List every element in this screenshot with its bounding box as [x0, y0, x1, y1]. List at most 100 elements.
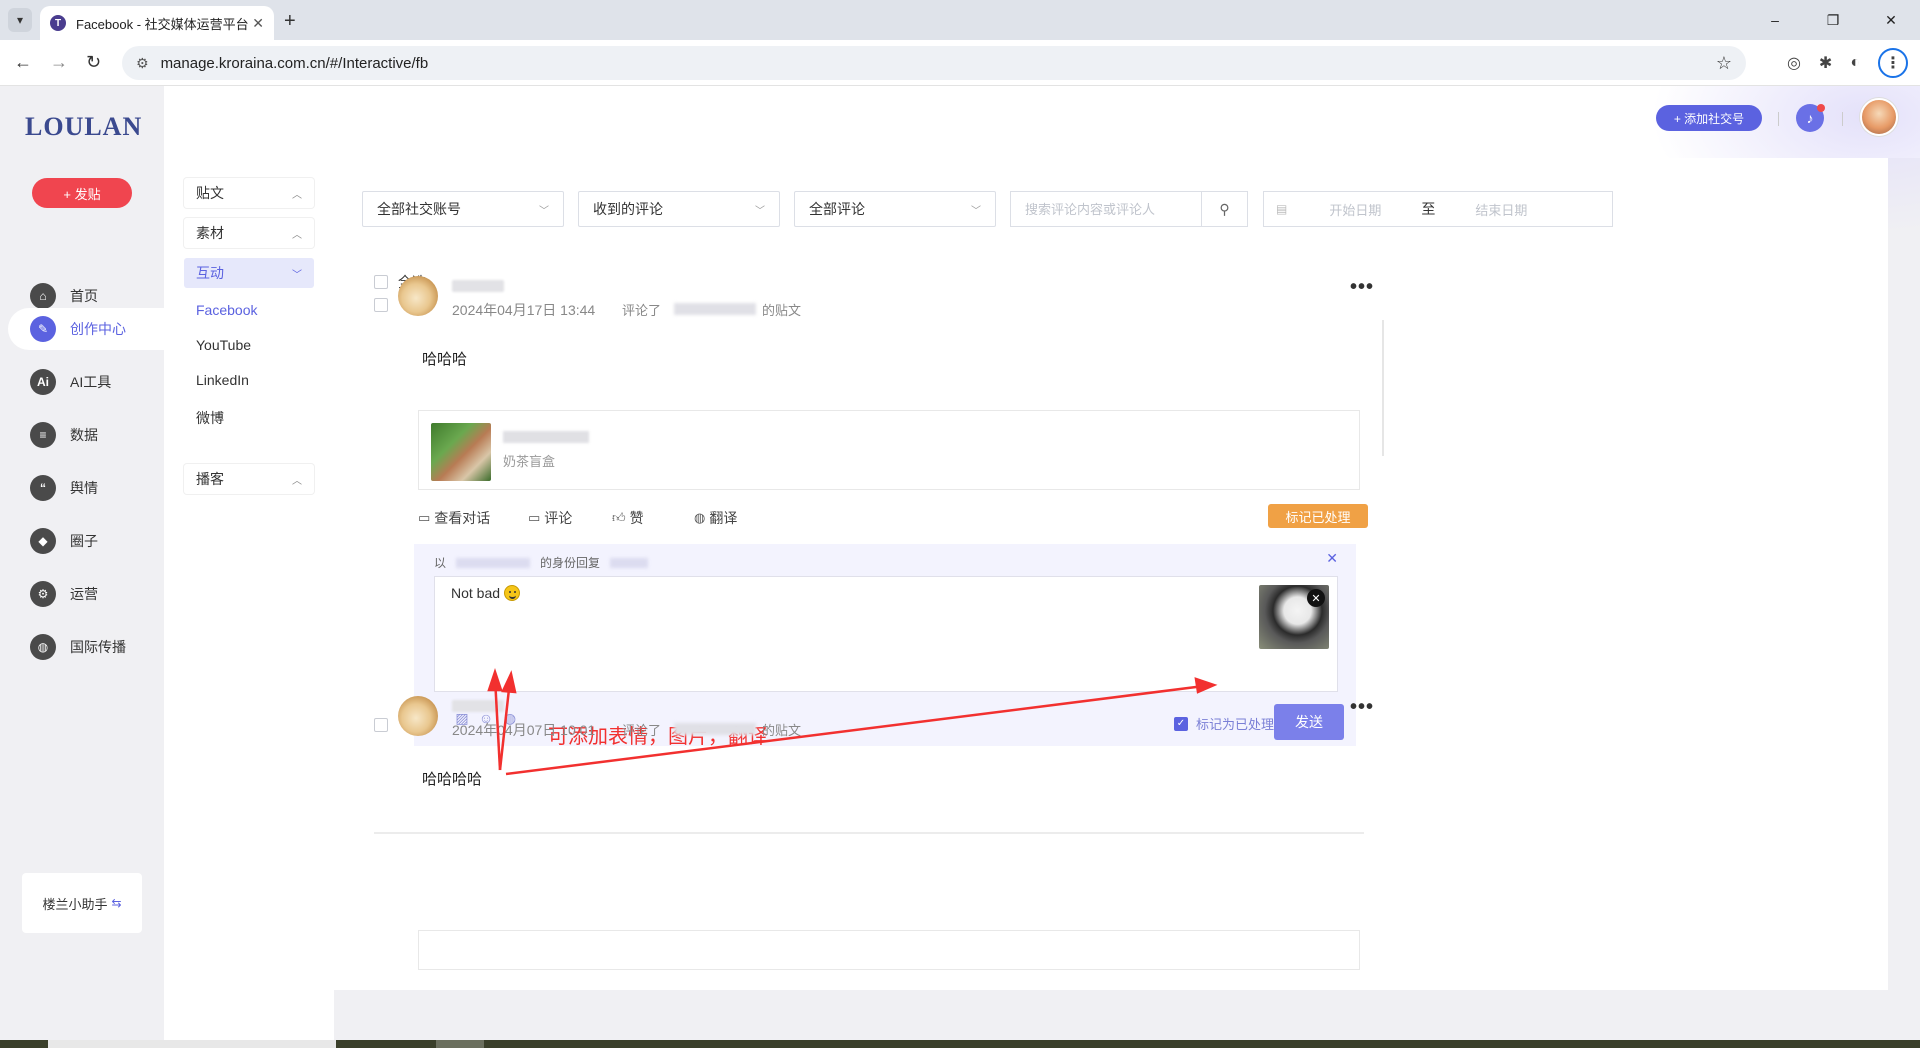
reply-text[interactable]: Not bad: [451, 585, 521, 601]
profile-icon[interactable]: ◐: [1850, 54, 1860, 72]
window-controls: – ❐ ✕: [1746, 0, 1920, 40]
reply-identity-label: 的身份回复: [540, 556, 601, 570]
scrollbar[interactable]: [1382, 320, 1384, 456]
nav-label: 首页: [70, 288, 98, 304]
nav-label: 国际传播: [70, 639, 126, 655]
browser-tab[interactable]: T Facebook - 社交媒体运营平台 ✕: [40, 6, 274, 40]
smiley-emoji-icon: [504, 585, 521, 601]
view-conversation-button[interactable]: ▭ 查看对话: [418, 508, 490, 528]
close-window-button[interactable]: ✕: [1862, 0, 1920, 40]
puzzle-icon[interactable]: ✱: [1819, 53, 1832, 73]
comment-time: 2024年04月17日 13:44: [452, 302, 596, 318]
menu-group-interaction[interactable]: 互动 ﹀: [184, 258, 314, 288]
header-divider: [1778, 112, 1779, 126]
commented-label: 评论了: [622, 303, 662, 318]
chevron-up-icon: ︿: [292, 475, 302, 487]
new-tab-button[interactable]: +: [284, 10, 296, 33]
database-icon: ≡: [30, 422, 56, 448]
create-post-button[interactable]: + 发贴: [32, 178, 132, 208]
remove-image-icon[interactable]: ✕: [1307, 589, 1325, 607]
referenced-post-card[interactable]: [418, 930, 1360, 970]
back-arrow-icon[interactable]: ←: [14, 52, 32, 73]
app-logo[interactable]: LOULAN: [25, 112, 142, 142]
account-filter-select[interactable]: 全部社交账号 ﹀: [362, 191, 564, 227]
comment-checkbox[interactable]: [374, 298, 388, 312]
browser-menu-icon[interactable]: ⋮: [1878, 48, 1908, 78]
select-value: 收到的评论: [593, 201, 663, 217]
chevron-down-icon: ﹀: [292, 269, 302, 281]
nav-label: 舆情: [70, 480, 98, 496]
date-range-picker[interactable]: ▤ 开始日期 至 结束日期: [1263, 191, 1613, 227]
select-value: 全部评论: [809, 201, 865, 217]
menu-group-materials[interactable]: 素材 ︿: [184, 218, 314, 248]
post-suffix-label: 的贴文: [762, 303, 802, 318]
action-label: 赞: [629, 510, 644, 526]
ai-icon: Ai: [30, 369, 56, 395]
comment-actions: ▭ 查看对话 ▭ 评论 👍︎ 赞 ◍ 翻译 标记已处理: [418, 502, 1368, 532]
nav-creation-center[interactable]: ✎ 创作中心: [8, 308, 172, 350]
submenu-link-facebook[interactable]: Facebook: [196, 302, 257, 318]
more-options-icon[interactable]: •••: [1350, 276, 1374, 299]
commenter-avatar: [398, 696, 438, 736]
url-text[interactable]: manage.kroraina.com.cn/#/Interactive/fb: [161, 55, 1716, 72]
submenu-link-weibo[interactable]: 微博: [196, 408, 224, 428]
reload-icon[interactable]: ↻: [86, 52, 101, 73]
more-options-icon[interactable]: •••: [1350, 696, 1374, 719]
start-date-input[interactable]: 开始日期: [1329, 200, 1381, 219]
submenu-link-youtube[interactable]: YouTube: [196, 337, 251, 353]
nav-operations[interactable]: ⚙ 运营: [0, 573, 164, 615]
search-input[interactable]: [1011, 192, 1201, 226]
nav-circles[interactable]: ◆ 圈子: [0, 520, 164, 562]
minimize-button[interactable]: –: [1746, 0, 1804, 40]
taskbar-item[interactable]: [48, 1040, 336, 1048]
comment-search: ⚲: [1010, 191, 1248, 227]
menu-group-podcast[interactable]: 播客 ︿: [184, 464, 314, 494]
tab-search-icon[interactable]: ▾: [8, 8, 32, 32]
nav-sentiment[interactable]: “ 舆情: [0, 467, 164, 509]
os-taskbar: [0, 1040, 1920, 1048]
type-filter-select[interactable]: 收到的评论 ﹀: [578, 191, 780, 227]
referenced-post-card[interactable]: 奶茶盲盒: [418, 410, 1360, 490]
scope-filter-select[interactable]: 全部评论 ﹀: [794, 191, 996, 227]
assistant-button[interactable]: 楼兰小助手 ⇆: [22, 873, 142, 933]
user-avatar[interactable]: [1860, 98, 1898, 136]
menu-group-posts[interactable]: 贴文 ︿: [184, 178, 314, 208]
like-button[interactable]: 👍︎ 赞: [612, 508, 644, 528]
url-omnibox[interactable]: ⚙ manage.kroraina.com.cn/#/Interactive/f…: [122, 46, 1746, 80]
commenter-name-redacted: [452, 280, 504, 292]
restore-button[interactable]: ❐: [1804, 0, 1862, 40]
reply-textarea[interactable]: Not bad ✕: [434, 576, 1338, 692]
nav-label: 创作中心: [70, 321, 126, 337]
group-label: 贴文: [196, 185, 224, 201]
action-label: 评论: [544, 510, 573, 526]
main-content: 全部社交账号 ﹀ 收到的评论 ﹀ 全部评论 ﹀ ⚲ ▤ 开始日期 至 结束日期 …: [334, 158, 1888, 990]
close-reply-icon[interactable]: ✕: [1326, 550, 1338, 567]
add-social-account-button[interactable]: + 添加社交号: [1656, 105, 1762, 131]
group-label: 互动: [196, 265, 224, 281]
search-icon[interactable]: ⚲: [1201, 192, 1247, 226]
end-date-input[interactable]: 结束日期: [1475, 200, 1527, 219]
nav-data[interactable]: ≡ 数据: [0, 414, 164, 456]
action-label: 查看对话: [434, 510, 491, 526]
comment-checkbox[interactable]: [374, 718, 388, 732]
select-value: 全部社交账号: [377, 201, 461, 217]
nav-label: 数据: [70, 427, 98, 443]
site-info-icon[interactable]: ⚙: [136, 55, 149, 72]
tab-close-icon[interactable]: ✕: [252, 15, 264, 32]
submenu-link-linkedin[interactable]: LinkedIn: [196, 372, 249, 388]
app-sidebar: LOULAN + 发贴 ⌂ 首页 ✎ 创作中心 Ai AI工具 ≡ 数据 “ 舆…: [0, 86, 172, 1048]
comment-button[interactable]: ▭ 评论: [528, 508, 572, 528]
secondary-menu: 贴文 ︿ 素材 ︿ 互动 ﹀ Facebook YouTube LinkedIn…: [164, 86, 334, 1048]
comment-text: 哈哈哈: [422, 351, 468, 368]
taskbar-item[interactable]: [436, 1040, 484, 1048]
nav-international[interactable]: ◍ 国际传播: [0, 626, 164, 668]
extension-icon[interactable]: ◎: [1787, 53, 1801, 73]
nav-ai-tools[interactable]: Ai AI工具: [0, 361, 164, 403]
translate-button[interactable]: ◍ 翻译: [694, 508, 737, 528]
mark-processed-button[interactable]: 标记已处理: [1268, 504, 1368, 528]
site-favicon-icon: T: [50, 15, 66, 31]
nav-label: 运营: [70, 586, 98, 602]
forward-arrow-icon[interactable]: →: [50, 52, 68, 73]
bookmark-star-icon[interactable]: ☆: [1716, 53, 1732, 74]
target-page-redacted: [674, 303, 756, 315]
